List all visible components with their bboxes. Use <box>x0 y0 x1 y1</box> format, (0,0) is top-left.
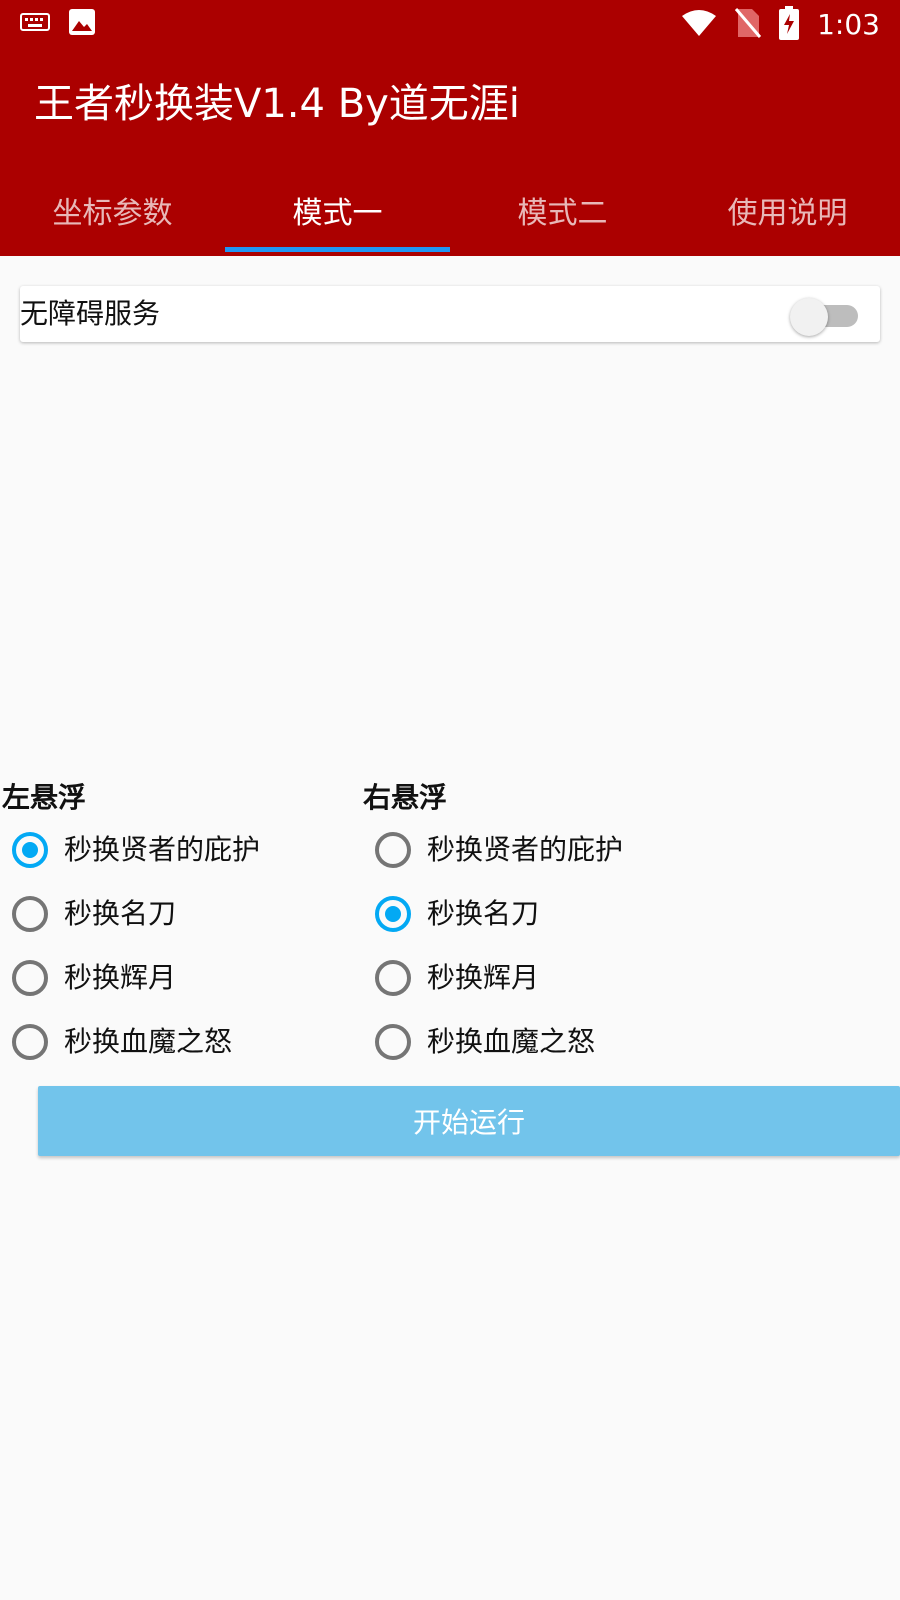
radio-label: 秒换辉月 <box>427 961 540 994</box>
battery-charging-icon <box>779 6 800 44</box>
left-option-blood-demon-rage[interactable]: 秒换血魔之怒 <box>12 1017 232 1067</box>
left-float-title: 左悬浮 <box>2 781 87 814</box>
radio-label: 秒换贤者的庇护 <box>427 833 624 866</box>
app-title: 王者秒换装V1.4 By道无涯i <box>34 81 520 127</box>
tab-instructions[interactable]: 使用说明 <box>675 170 900 256</box>
tab-bar: 坐标参数 模式一 模式二 使用说明 <box>0 170 900 256</box>
tab-mode-one[interactable]: 模式一 <box>225 170 450 256</box>
keyboard-icon <box>20 11 50 37</box>
radio-label: 秒换辉月 <box>64 961 177 994</box>
tab-label: 模式一 <box>292 196 383 231</box>
radio-label: 秒换血魔之怒 <box>427 1025 596 1058</box>
app-bar: 1:03 王者秒换装V1.4 By道无涯i 坐标参数 模式一 模式二 使用说明 <box>0 0 900 256</box>
radio-button-checked[interactable] <box>375 896 411 932</box>
accessibility-card: 无障碍服务 <box>20 286 880 342</box>
status-bar: 1:03 <box>0 0 900 50</box>
right-option-sage-protection[interactable]: 秒换贤者的庇护 <box>375 825 623 875</box>
radio-label: 秒换血魔之怒 <box>64 1025 233 1058</box>
image-icon <box>68 8 96 40</box>
tab-label: 坐标参数 <box>52 196 173 231</box>
radio-button[interactable] <box>375 832 411 868</box>
no-sim-icon <box>734 7 762 43</box>
toggle-thumb <box>790 298 828 336</box>
radio-button[interactable] <box>12 960 48 996</box>
right-float-title: 右悬浮 <box>363 781 448 814</box>
tab-mode-two[interactable]: 模式二 <box>450 170 675 256</box>
radio-button[interactable] <box>375 1024 411 1060</box>
accessibility-label: 无障碍服务 <box>20 297 161 330</box>
right-option-famous-blade[interactable]: 秒换名刀 <box>375 889 539 939</box>
radio-button[interactable] <box>12 1024 48 1060</box>
wifi-icon <box>681 8 717 42</box>
radio-button-checked[interactable] <box>12 832 48 868</box>
radio-label: 秒换名刀 <box>427 897 540 930</box>
radio-button[interactable] <box>375 960 411 996</box>
start-button[interactable]: 开始运行 <box>38 1086 900 1156</box>
accessibility-toggle[interactable] <box>790 298 858 336</box>
radio-label: 秒换名刀 <box>64 897 177 930</box>
right-option-blood-demon-rage[interactable]: 秒换血魔之怒 <box>375 1017 595 1067</box>
tab-label: 使用说明 <box>727 196 848 231</box>
left-option-famous-blade[interactable]: 秒换名刀 <box>12 889 176 939</box>
right-option-glowing-moon[interactable]: 秒换辉月 <box>375 953 539 1003</box>
left-option-glowing-moon[interactable]: 秒换辉月 <box>12 953 176 1003</box>
tab-coordinates[interactable]: 坐标参数 <box>0 170 225 256</box>
tab-label: 模式二 <box>517 196 608 231</box>
status-time: 1:03 <box>817 8 880 41</box>
left-option-sage-protection[interactable]: 秒换贤者的庇护 <box>12 825 260 875</box>
radio-button[interactable] <box>12 896 48 932</box>
radio-label: 秒换贤者的庇护 <box>64 833 261 866</box>
